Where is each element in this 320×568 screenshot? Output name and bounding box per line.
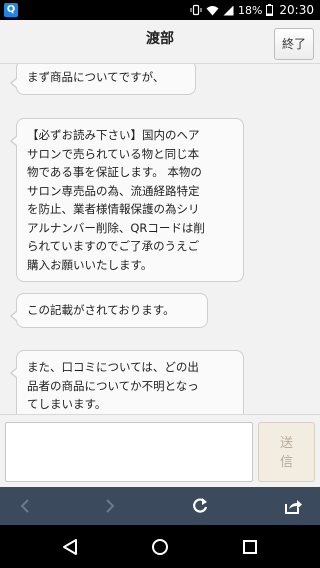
message-line: まず商品についてですが、 bbox=[27, 70, 165, 84]
nav-home-icon[interactable] bbox=[135, 525, 185, 568]
clock: 20:30 bbox=[279, 3, 314, 17]
send-label: 送 bbox=[279, 436, 293, 451]
message-bubble: この記載がされております。 bbox=[10, 293, 208, 328]
composer: 送 信 bbox=[0, 414, 320, 487]
message-line: 品者の商品についてか不明となっ bbox=[27, 378, 199, 393]
send-label: 信 bbox=[279, 455, 293, 470]
battery-percent: 18% bbox=[237, 3, 263, 17]
message-line: アルナンバー削除、QRコードは削 bbox=[27, 220, 205, 235]
message-line: 【必ずお読み下さい】国内のヘア bbox=[27, 128, 200, 142]
message-line: また、口コミについては、どの出 bbox=[27, 360, 199, 374]
message-line: 購入お願いいたします。 bbox=[27, 257, 153, 272]
close-button[interactable]: 終了 bbox=[274, 28, 314, 60]
status-icons: 18% 20:30 bbox=[190, 0, 314, 20]
browser-toolbar bbox=[0, 487, 320, 525]
system-navigation-bar bbox=[0, 525, 320, 568]
signal-icon bbox=[223, 5, 234, 16]
message-bubble: まず商品についてですが、 bbox=[10, 64, 196, 95]
message-line: を防止、業者様情報保護の為シリ bbox=[27, 202, 200, 216]
message-list[interactable]: まず商品についてですが、 【必ずお読み下さい】国内のヘア サロンで売られている物… bbox=[0, 64, 320, 414]
message-bubble: 【必ずお読み下さい】国内のヘア サロンで売られている物と同じ本 物である事を保証… bbox=[10, 118, 244, 282]
nav-recents-icon[interactable] bbox=[225, 525, 275, 568]
message-line: この記載がされております。 bbox=[27, 303, 175, 317]
reload-icon[interactable] bbox=[180, 487, 220, 525]
message-line: サロン専売品の為、流通経路特定 bbox=[27, 183, 200, 198]
share-icon[interactable] bbox=[273, 487, 313, 525]
back-icon[interactable] bbox=[5, 487, 45, 525]
page-title: 渡部 bbox=[146, 31, 174, 47]
message-line: 物である事を保証します。 本物の bbox=[27, 165, 202, 179]
message-line: てしまいます。 bbox=[27, 397, 107, 411]
wifi-icon bbox=[206, 5, 219, 16]
nav-back-icon[interactable] bbox=[45, 525, 95, 568]
battery-icon bbox=[266, 4, 274, 16]
message-line: サロンで売られている物と同じ本 bbox=[27, 146, 200, 161]
send-button[interactable]: 送 信 bbox=[258, 422, 315, 482]
chat-header: 渡部 終了 bbox=[0, 20, 320, 64]
forward-icon[interactable] bbox=[90, 487, 130, 525]
message-bubble: また、口コミについては、どの出 品者の商品についてか不明となっ てしまいます。 bbox=[10, 350, 244, 414]
message-line: られていますのでご了承のうえご bbox=[27, 239, 200, 253]
app-notification-icon: Q bbox=[4, 3, 18, 17]
status-bar: Q 18% 20:30 bbox=[0, 0, 320, 20]
vibrate-icon bbox=[190, 4, 202, 16]
message-input[interactable] bbox=[5, 422, 253, 482]
